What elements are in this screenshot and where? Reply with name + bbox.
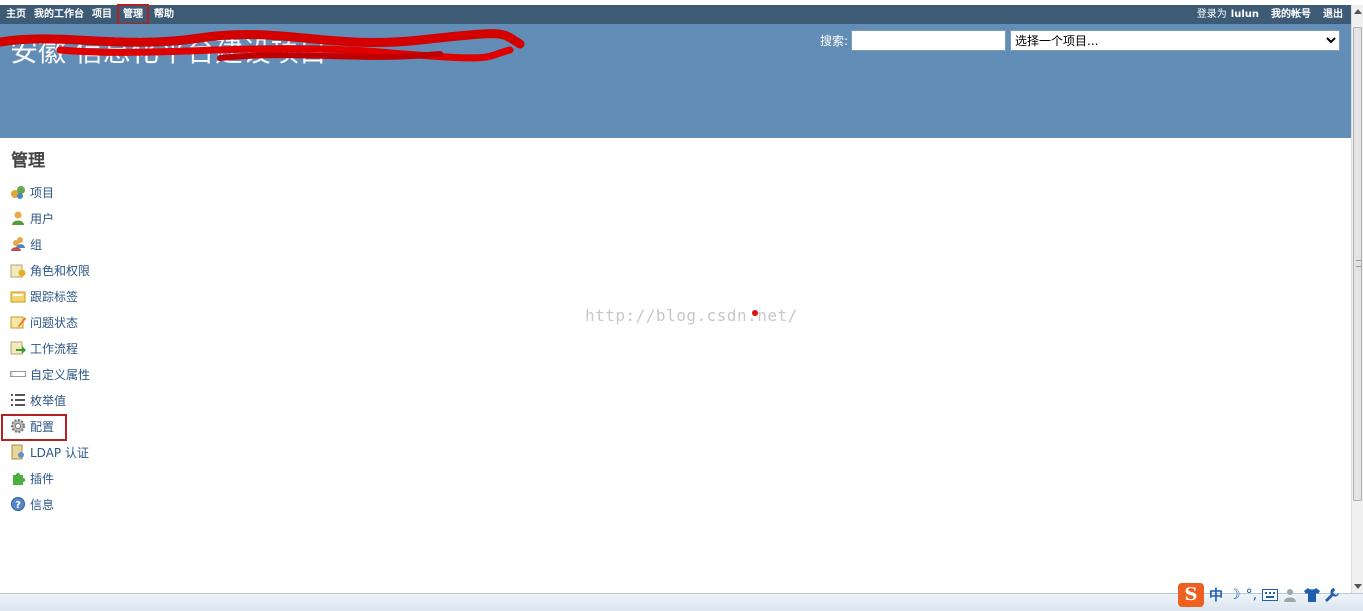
admin-link-issue-statuses[interactable]: 问题状态 xyxy=(30,314,78,331)
taskbar-strip xyxy=(0,593,1363,611)
logged-as: 登录为 lulun xyxy=(1197,5,1259,24)
admin-link-projects[interactable]: 项目 xyxy=(30,184,54,201)
punctuation-icon[interactable]: °, xyxy=(1246,587,1257,603)
shirt-icon[interactable] xyxy=(1304,588,1321,602)
roles-icon xyxy=(10,264,26,278)
plugin-icon xyxy=(13,472,26,485)
admin-item-roles[interactable]: 角色和权限 xyxy=(10,257,90,283)
menu-help[interactable]: 帮助 xyxy=(150,5,178,24)
admin-link-plugins[interactable]: 插件 xyxy=(30,470,54,487)
menu-home[interactable]: 主页 xyxy=(6,5,30,24)
wrench-icon[interactable] xyxy=(1325,588,1340,602)
moon-icon[interactable]: ☽ xyxy=(1228,587,1241,603)
list-icon xyxy=(11,394,25,406)
admin-link-roles[interactable]: 角色和权限 xyxy=(30,262,90,279)
menu-administration[interactable]: 管理 xyxy=(117,4,149,25)
my-account-link[interactable]: 我的帐号 xyxy=(1271,5,1311,24)
admin-heading: 管理 xyxy=(11,151,45,171)
info-icon: ? xyxy=(11,497,25,511)
admin-link-users[interactable]: 用户 xyxy=(30,210,54,227)
scroll-thumb[interactable] xyxy=(1353,27,1362,501)
admin-item-plugins[interactable]: 插件 xyxy=(10,465,90,491)
ime-chinese-mode[interactable]: 中 xyxy=(1209,585,1223,605)
scroll-grip-icon xyxy=(1356,260,1361,267)
quick-search: 搜索: 选择一个项目... xyxy=(820,30,1341,51)
ime-toolbar: S 中 ☽ °, xyxy=(1178,581,1363,609)
admin-item-enumerations[interactable]: 枚举值 xyxy=(10,387,90,413)
menu-projects[interactable]: 项目 xyxy=(88,5,116,24)
admin-item-custom-fields[interactable]: 自定义属性 xyxy=(10,361,90,387)
user-status-icon[interactable] xyxy=(1283,588,1299,602)
admin-item-issue-statuses[interactable]: 问题状态 xyxy=(10,309,90,335)
vertical-scrollbar[interactable] xyxy=(1351,5,1363,593)
search-input[interactable] xyxy=(851,30,1007,51)
admin-link-settings[interactable]: 配置 xyxy=(30,418,54,435)
trackers-icon xyxy=(10,291,26,303)
admin-menu: 项目 用户 组 角色和权限 跟踪标签 问题状态 工作流程 自定义属性 枚举值 配… xyxy=(0,179,90,517)
admin-item-groups[interactable]: 组 xyxy=(10,231,90,257)
admin-item-users[interactable]: 用户 xyxy=(10,205,90,231)
workflow-icon xyxy=(10,341,26,355)
admin-item-projects[interactable]: 项目 xyxy=(10,179,90,205)
scroll-up-icon[interactable] xyxy=(1354,9,1362,14)
admin-link-custom-fields[interactable]: 自定义属性 xyxy=(30,366,90,383)
logout-link[interactable]: 退出 xyxy=(1323,5,1343,24)
issue-status-icon xyxy=(10,316,26,329)
username-link[interactable]: lulun xyxy=(1231,9,1259,20)
project-jump-select[interactable]: 选择一个项目... xyxy=(1010,30,1341,51)
page-title: 安徽 信息化平台建设项目 xyxy=(10,35,327,68)
admin-link-enumerations[interactable]: 枚举值 xyxy=(30,392,66,409)
top-menu: 主页 我的工作台 项目 管理 帮助 登录为 lulun 我的帐号 退出 xyxy=(0,4,1351,25)
admin-item-settings[interactable]: 配置 xyxy=(0,413,90,441)
admin-link-ldap[interactable]: LDAP 认证 xyxy=(30,444,89,461)
group-icon xyxy=(11,237,25,251)
custom-fields-icon xyxy=(10,371,26,377)
logged-as-label: 登录为 xyxy=(1196,9,1227,20)
user-icon xyxy=(12,211,24,225)
ldap-icon xyxy=(11,444,24,460)
admin-link-groups[interactable]: 组 xyxy=(30,236,42,253)
admin-link-info[interactable]: 信息 xyxy=(30,496,54,513)
admin-item-trackers[interactable]: 跟踪标签 xyxy=(10,283,90,309)
red-dot-mark xyxy=(752,310,758,316)
svg-text:?: ? xyxy=(15,500,21,511)
main-content: 管理 项目 用户 组 角色和权限 跟踪标签 问题状态 工作流程 自定义属性 枚举… xyxy=(0,138,1351,593)
keyboard-icon[interactable] xyxy=(1262,589,1279,601)
admin-item-info[interactable]: ? 信息 xyxy=(10,491,90,517)
search-label: 搜索: xyxy=(820,34,849,48)
header: 安徽 信息化平台建设项目 搜索: 选择一个项目... xyxy=(0,24,1351,138)
admin-item-workflow[interactable]: 工作流程 xyxy=(10,335,90,361)
admin-link-trackers[interactable]: 跟踪标签 xyxy=(30,288,78,305)
admin-item-ldap[interactable]: LDAP 认证 xyxy=(10,439,90,465)
admin-link-workflow[interactable]: 工作流程 xyxy=(30,340,78,357)
projects-icon xyxy=(11,186,25,199)
sogou-logo-icon[interactable]: S xyxy=(1178,583,1204,607)
watermark-text: http://blog.csdn.net/ xyxy=(585,306,798,325)
gear-icon xyxy=(11,419,25,433)
menu-my-page[interactable]: 我的工作台 xyxy=(30,5,88,24)
